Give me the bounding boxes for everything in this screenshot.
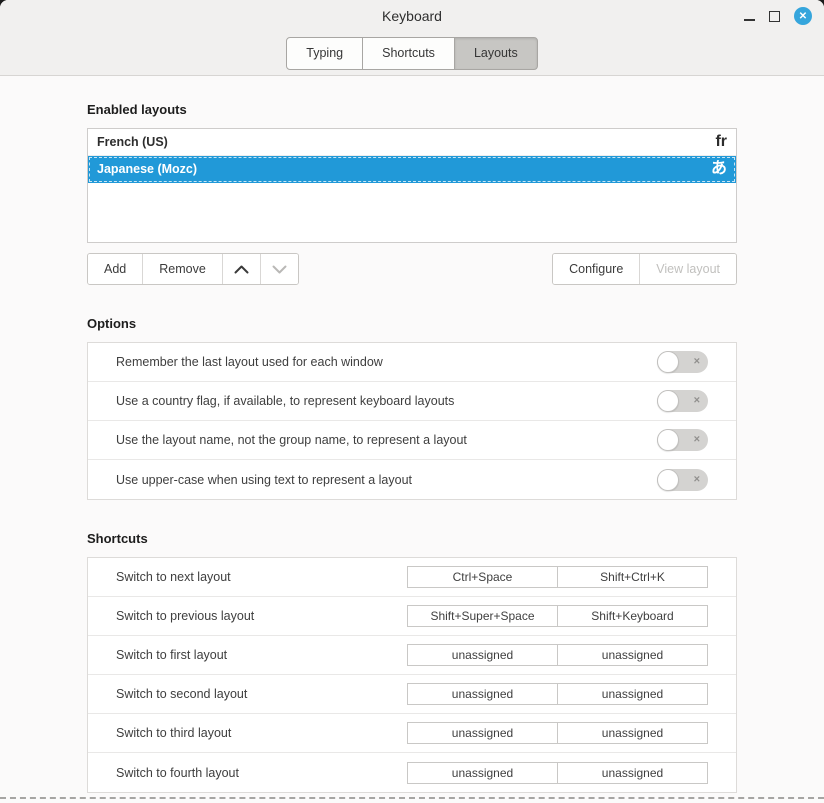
- layout-name: Japanese (Mozc): [97, 162, 197, 176]
- tab-bar: Typing Shortcuts Layouts: [0, 37, 824, 70]
- shortcut-label: Switch to previous layout: [116, 609, 254, 623]
- keybinding-group: Shift+Super+Space Shift+Keyboard: [407, 605, 708, 627]
- configure-button[interactable]: Configure: [553, 254, 640, 284]
- layout-indicator-glyph: あ: [711, 161, 727, 177]
- tab-typing[interactable]: Typing: [286, 37, 363, 70]
- option-row-country-flag: Use a country flag, if available, to rep…: [88, 382, 736, 421]
- options-heading: Options: [87, 316, 737, 331]
- option-label: Use the layout name, not the group name,…: [116, 433, 467, 447]
- window-resize-edge[interactable]: [0, 797, 824, 799]
- remove-button[interactable]: Remove: [143, 254, 223, 284]
- keybinding-button-2[interactable]: unassigned: [557, 644, 708, 666]
- toggle-knob: [657, 429, 679, 451]
- option-label: Use upper-case when using text to repres…: [116, 473, 412, 487]
- shortcut-label: Switch to fourth layout: [116, 766, 239, 780]
- layouts-page: Enabled layouts French (US) fr Japanese …: [0, 102, 824, 793]
- maximize-icon[interactable]: [769, 11, 780, 22]
- shortcut-label: Switch to first layout: [116, 648, 227, 662]
- toggle-country-flag[interactable]: ×: [657, 390, 708, 412]
- keybinding-button-1[interactable]: Ctrl+Space: [407, 566, 558, 588]
- toggle-knob: [657, 351, 679, 373]
- move-down-button[interactable]: [261, 254, 298, 284]
- toggle-upper-case[interactable]: ×: [657, 469, 708, 491]
- toggle-off-icon: ×: [694, 474, 700, 485]
- edit-button-group: Add Remove: [87, 253, 299, 285]
- keybinding-group: unassigned unassigned: [407, 722, 708, 744]
- chevron-down-icon: [272, 265, 287, 274]
- window-controls: ✕: [744, 0, 812, 32]
- keybinding-group: unassigned unassigned: [407, 762, 708, 784]
- shortcut-row-first-layout: Switch to first layout unassigned unassi…: [88, 636, 736, 675]
- options-box: Remember the last layout used for each w…: [87, 342, 737, 500]
- keybinding-button-1[interactable]: unassigned: [407, 762, 558, 784]
- keybinding-button-2[interactable]: unassigned: [557, 683, 708, 705]
- close-icon[interactable]: ✕: [794, 7, 812, 25]
- shortcut-row-next-layout: Switch to next layout Ctrl+Space Shift+C…: [88, 558, 736, 597]
- keybinding-button-2[interactable]: Shift+Keyboard: [557, 605, 708, 627]
- keybinding-button-2[interactable]: unassigned: [557, 762, 708, 784]
- tab-layouts[interactable]: Layouts: [454, 37, 538, 70]
- toggle-remember-layout[interactable]: ×: [657, 351, 708, 373]
- keybinding-button-1[interactable]: Shift+Super+Space: [407, 605, 558, 627]
- window-title: Keyboard: [382, 8, 442, 24]
- shortcut-row-second-layout: Switch to second layout unassigned unass…: [88, 675, 736, 714]
- toggle-off-icon: ×: [694, 435, 700, 446]
- window-header: Keyboard ✕ Typing Shortcuts Layouts: [0, 0, 824, 76]
- option-row-upper-case: Use upper-case when using text to repres…: [88, 460, 736, 499]
- enabled-layouts-heading: Enabled layouts: [87, 102, 737, 117]
- layout-action-group: Configure View layout: [552, 253, 737, 285]
- toggle-off-icon: ×: [694, 396, 700, 407]
- layouts-toolbar: Add Remove Configure View layout: [87, 253, 737, 285]
- list-item-french-us[interactable]: French (US) fr: [88, 129, 736, 156]
- keybinding-group: unassigned unassigned: [407, 683, 708, 705]
- option-label: Remember the last layout used for each w…: [116, 355, 383, 369]
- keybinding-button-2[interactable]: Shift+Ctrl+K: [557, 566, 708, 588]
- shortcut-label: Switch to next layout: [116, 570, 231, 584]
- list-item-japanese-mozc[interactable]: Japanese (Mozc) あ: [88, 156, 736, 183]
- layout-name: French (US): [97, 135, 168, 149]
- option-label: Use a country flag, if available, to rep…: [116, 394, 454, 408]
- chevron-up-icon: [234, 265, 249, 274]
- option-row-remember-layout: Remember the last layout used for each w…: [88, 343, 736, 382]
- shortcut-row-third-layout: Switch to third layout unassigned unassi…: [88, 714, 736, 753]
- keybinding-button-1[interactable]: unassigned: [407, 722, 558, 744]
- keybinding-button-1[interactable]: unassigned: [407, 683, 558, 705]
- option-row-layout-name: Use the layout name, not the group name,…: [88, 421, 736, 460]
- keybinding-button-2[interactable]: unassigned: [557, 722, 708, 744]
- add-button[interactable]: Add: [88, 254, 143, 284]
- shortcut-row-previous-layout: Switch to previous layout Shift+Super+Sp…: [88, 597, 736, 636]
- tab-shortcuts[interactable]: Shortcuts: [362, 37, 455, 70]
- shortcut-label: Switch to second layout: [116, 687, 247, 701]
- shortcuts-heading: Shortcuts: [87, 531, 737, 546]
- toggle-knob: [657, 390, 679, 412]
- toggle-layout-name[interactable]: ×: [657, 429, 708, 451]
- toggle-off-icon: ×: [694, 357, 700, 368]
- keybinding-button-1[interactable]: unassigned: [407, 644, 558, 666]
- titlebar: Keyboard ✕: [0, 0, 824, 32]
- shortcut-row-fourth-layout: Switch to fourth layout unassigned unass…: [88, 753, 736, 792]
- move-up-button[interactable]: [223, 254, 261, 284]
- keybinding-group: Ctrl+Space Shift+Ctrl+K: [407, 566, 708, 588]
- toggle-knob: [657, 469, 679, 491]
- shortcut-label: Switch to third layout: [116, 726, 231, 740]
- shortcuts-box: Switch to next layout Ctrl+Space Shift+C…: [87, 557, 737, 793]
- layout-indicator-glyph: fr: [715, 134, 727, 150]
- enabled-layouts-list: French (US) fr Japanese (Mozc) あ: [87, 128, 737, 243]
- minimize-icon[interactable]: [744, 9, 755, 23]
- keyboard-settings-window: Keyboard ✕ Typing Shortcuts Layouts Enab…: [0, 0, 824, 803]
- view-layout-button[interactable]: View layout: [640, 254, 736, 284]
- keybinding-group: unassigned unassigned: [407, 644, 708, 666]
